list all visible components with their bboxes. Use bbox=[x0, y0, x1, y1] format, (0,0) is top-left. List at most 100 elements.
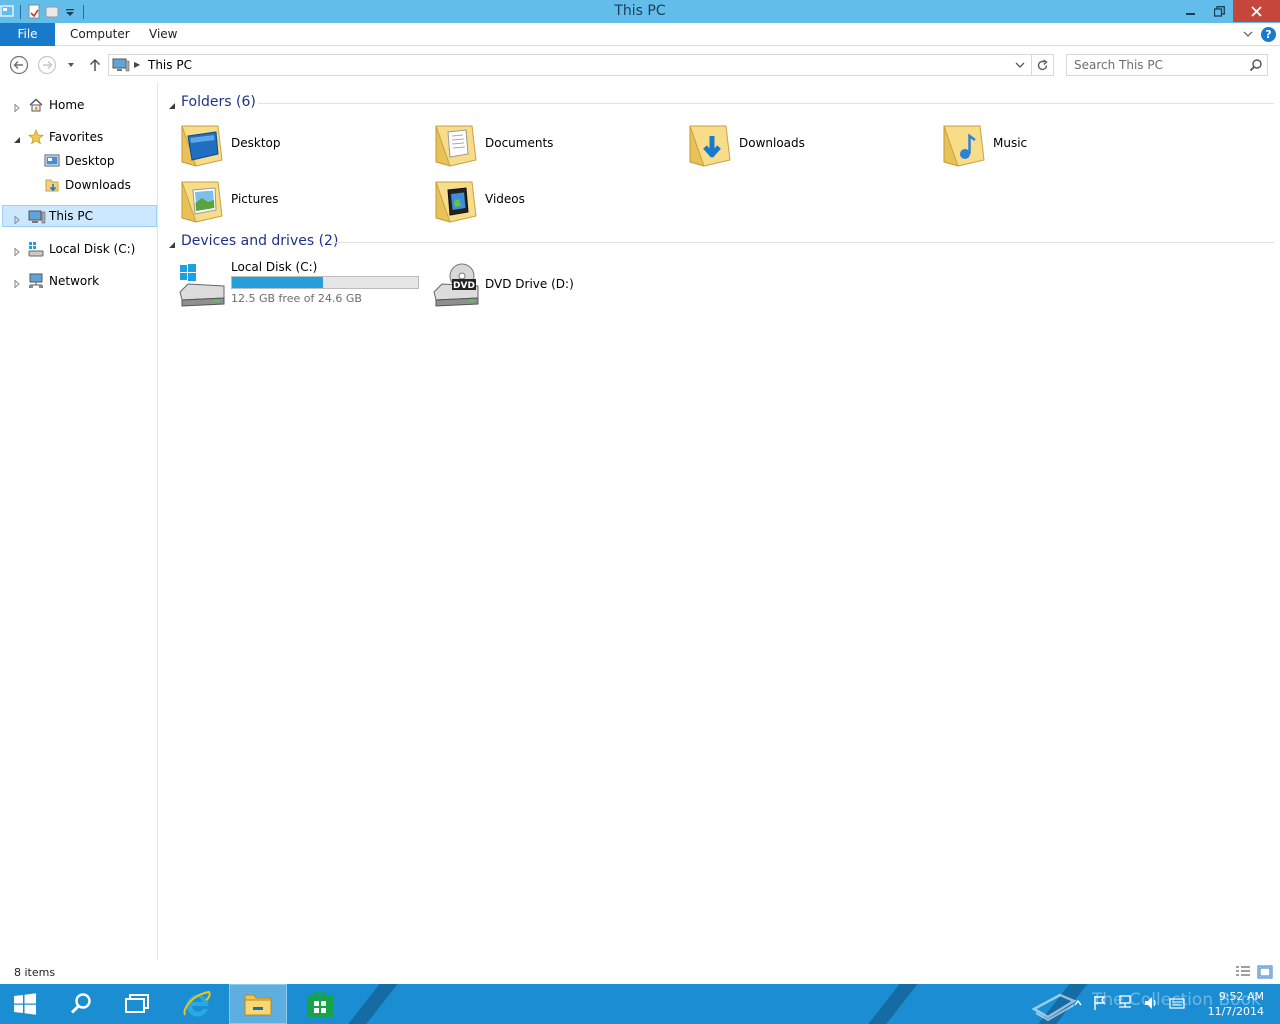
drive-label: Local Disk (C:) bbox=[231, 260, 318, 274]
folder-tile-pictures[interactable]: Pictures bbox=[160, 174, 400, 226]
clock-time: 9:52 AM bbox=[1218, 990, 1264, 1003]
details-view-icon[interactable] bbox=[1235, 965, 1251, 979]
tab-computer[interactable]: Computer bbox=[60, 23, 140, 46]
navigation-bar: ▶ This PC bbox=[0, 47, 1280, 82]
start-button[interactable] bbox=[0, 984, 50, 1024]
volume-icon[interactable] bbox=[1143, 995, 1159, 1014]
item-count: 8 items bbox=[14, 966, 56, 979]
address-bar[interactable]: ▶ This PC bbox=[108, 54, 1054, 76]
file-explorer-button[interactable] bbox=[229, 984, 287, 1024]
folder-label: Downloads bbox=[739, 136, 805, 150]
drive-label: DVD Drive (D:) bbox=[485, 277, 574, 291]
expand-arrow-icon[interactable] bbox=[13, 277, 21, 289]
clock[interactable]: 9:52 AM 11/7/2014 bbox=[1208, 989, 1264, 1019]
downloads-icon bbox=[44, 177, 60, 193]
folder-label: Pictures bbox=[231, 192, 279, 206]
nav-item-label: Favorites bbox=[49, 130, 104, 144]
folders-group-header[interactable]: Folders (6) bbox=[160, 92, 1274, 114]
collapse-group-icon[interactable] bbox=[168, 238, 176, 248]
folder-label: Documents bbox=[485, 136, 554, 150]
disk-usage-bar bbox=[231, 276, 419, 289]
nav-item-label: This PC bbox=[49, 209, 93, 223]
network-tray-icon[interactable] bbox=[1117, 994, 1133, 1014]
nav-item-local-disk[interactable]: Local Disk (C:) bbox=[0, 238, 158, 260]
dvd-badge: DVD bbox=[453, 281, 475, 291]
restore-button[interactable] bbox=[1205, 0, 1233, 22]
nav-item-desktop[interactable]: Desktop bbox=[0, 150, 158, 172]
internet-explorer-button[interactable] bbox=[168, 984, 226, 1024]
content-pane: Folders (6) Desktop Documents Downloads … bbox=[160, 82, 1280, 960]
window-title: This PC bbox=[614, 3, 666, 19]
minimize-button[interactable] bbox=[1177, 0, 1205, 22]
help-icon[interactable]: ? bbox=[1261, 27, 1276, 42]
nav-item-downloads[interactable]: Downloads bbox=[0, 174, 158, 196]
folder-tile-documents[interactable]: Documents bbox=[414, 118, 654, 170]
folder-label: Videos bbox=[485, 192, 525, 206]
drive-tile-local-disk[interactable]: Local Disk (C:) 12.5 GB free of 24.6 GB bbox=[160, 260, 422, 312]
folder-label: Desktop bbox=[231, 136, 281, 150]
keyboard-icon[interactable] bbox=[1169, 995, 1185, 1014]
group-divider bbox=[258, 103, 1274, 104]
folder-tile-music[interactable]: Music bbox=[922, 118, 1162, 170]
documents-folder-icon bbox=[432, 120, 480, 168]
search-taskbar-button[interactable] bbox=[52, 984, 110, 1024]
breadcrumb-separator-icon[interactable]: ▶ bbox=[134, 60, 140, 69]
system-tray bbox=[1073, 984, 1185, 1024]
tab-view[interactable]: View bbox=[139, 23, 187, 46]
tab-file[interactable]: File bbox=[0, 23, 55, 46]
disk-usage-fill bbox=[232, 277, 324, 288]
home-icon bbox=[28, 97, 44, 113]
ribbon-tabs: File Computer View ? bbox=[0, 23, 1280, 46]
pictures-folder-icon bbox=[178, 176, 226, 224]
store-button[interactable] bbox=[291, 984, 349, 1024]
nav-item-network[interactable]: Network bbox=[0, 270, 158, 292]
desktop-icon bbox=[44, 153, 60, 169]
recent-locations-button[interactable] bbox=[62, 55, 80, 75]
navigation-pane: Home Favorites Desktop Downloads This PC bbox=[0, 82, 158, 960]
expand-ribbon-icon[interactable] bbox=[1242, 28, 1254, 40]
nav-item-this-pc[interactable]: This PC bbox=[2, 205, 157, 227]
drive-free-space: 12.5 GB free of 24.6 GB bbox=[231, 292, 362, 305]
videos-folder-icon bbox=[432, 176, 480, 224]
show-hidden-icons-icon[interactable] bbox=[1073, 997, 1083, 1011]
desktop-folder-icon bbox=[178, 120, 226, 168]
task-view-button[interactable] bbox=[108, 984, 166, 1024]
nav-item-home[interactable]: Home bbox=[0, 94, 158, 116]
close-button[interactable] bbox=[1233, 0, 1280, 22]
collapse-group-icon[interactable] bbox=[168, 99, 176, 109]
drive-tile-dvd[interactable]: DVD DVD Drive (D:) bbox=[414, 260, 654, 312]
nav-item-favorites[interactable]: Favorites bbox=[0, 126, 158, 148]
nav-item-label: Desktop bbox=[65, 154, 115, 168]
title-bar: This PC bbox=[0, 0, 1280, 23]
large-icons-view-icon[interactable] bbox=[1257, 965, 1273, 979]
expand-arrow-icon[interactable] bbox=[13, 213, 21, 225]
search-input[interactable] bbox=[1067, 55, 1243, 75]
collapse-arrow-icon[interactable] bbox=[13, 133, 21, 143]
computer-icon bbox=[112, 58, 130, 72]
up-button[interactable] bbox=[85, 55, 105, 75]
breadcrumb-this-pc[interactable]: This PC bbox=[148, 58, 192, 72]
back-button[interactable] bbox=[9, 55, 29, 75]
search-icon[interactable] bbox=[1249, 58, 1263, 72]
action-center-flag-icon[interactable] bbox=[1093, 995, 1107, 1014]
nav-item-label: Downloads bbox=[65, 178, 131, 192]
expand-arrow-icon[interactable] bbox=[13, 101, 21, 113]
devices-group-header[interactable]: Devices and drives (2) bbox=[160, 231, 1274, 253]
expand-arrow-icon[interactable] bbox=[13, 245, 21, 257]
taskbar-decoration bbox=[852, 984, 926, 1024]
group-divider bbox=[332, 242, 1274, 243]
taskbar: The Collection Book 9:52 AM 11/7/2014 bbox=[0, 984, 1280, 1024]
hard-drive-icon bbox=[178, 262, 226, 310]
disk-icon bbox=[28, 241, 44, 257]
refresh-button[interactable] bbox=[1031, 55, 1053, 75]
devices-group-label: Devices and drives (2) bbox=[181, 233, 339, 249]
status-bar: 8 items bbox=[0, 960, 1280, 984]
forward-button[interactable] bbox=[37, 55, 57, 75]
address-history-icon[interactable] bbox=[1013, 58, 1027, 72]
folder-tile-videos[interactable]: Videos bbox=[414, 174, 654, 226]
folder-tile-desktop[interactable]: Desktop bbox=[160, 118, 400, 170]
search-box[interactable] bbox=[1066, 54, 1268, 76]
folder-tile-downloads[interactable]: Downloads bbox=[668, 118, 908, 170]
downloads-folder-icon bbox=[686, 120, 734, 168]
folder-label: Music bbox=[993, 136, 1028, 150]
